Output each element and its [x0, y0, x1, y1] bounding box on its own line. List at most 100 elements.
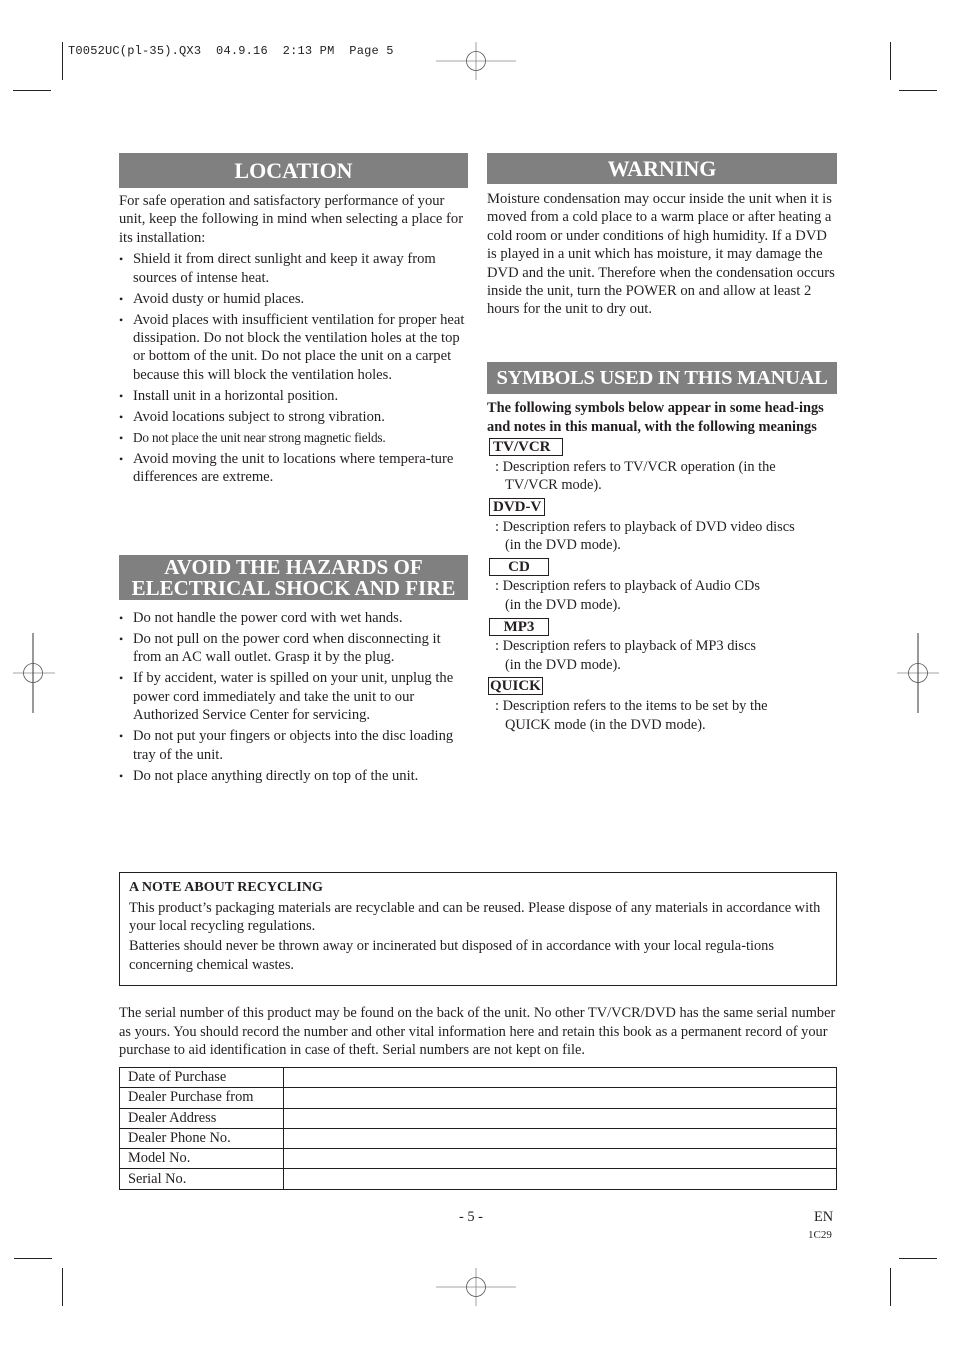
- symbols-intro: The following symbols below appear in so…: [487, 400, 824, 435]
- location-heading: LOCATION: [119, 153, 468, 188]
- symbol-description: : Description refers to playback of DVD …: [495, 518, 837, 555]
- symbol-description-line: (in the DVD mode).: [505, 596, 621, 613]
- list-item: Do not put your fingers or objects into …: [119, 727, 471, 764]
- symbol-label: QUICK: [488, 677, 543, 696]
- record-label: Serial No.: [119, 1168, 284, 1190]
- list-item: Avoid dusty or humid places.: [119, 290, 471, 309]
- list-item: Avoid places with insufficient ventilati…: [119, 311, 471, 385]
- symbols-heading: SYMBOLS USED IN THIS MANUAL: [487, 362, 837, 394]
- symbol-label: CD: [489, 557, 549, 576]
- symbol-description-line: : Description refers to playback of DVD …: [495, 518, 795, 535]
- symbols-section: The following symbols below appear in so…: [487, 399, 837, 737]
- crop-mark-bottom-left-horizontal: [14, 1258, 52, 1259]
- location-heading-text: LOCATION: [234, 158, 353, 183]
- registration-mark-right-icon: [897, 633, 939, 713]
- symbol-description-line: QUICK mode (in the DVD mode).: [505, 716, 706, 733]
- symbol-description: : Description refers to TV/VCR operation…: [495, 458, 837, 495]
- list-item: Do not handle the power cord with wet ha…: [119, 609, 471, 628]
- recycling-paragraph: This product’s packaging materials are r…: [129, 899, 821, 935]
- crop-mark-bottom-right-horizontal: [899, 1258, 937, 1259]
- language-code: EN: [814, 1209, 834, 1225]
- table-row: Model No.: [119, 1148, 837, 1170]
- list-item: Do not pull on the power cord when disco…: [119, 630, 471, 667]
- symbol-entry-dvdv: DVD-V : Description refers to playback o…: [487, 497, 837, 555]
- symbol-description: : Description refers to the items to be …: [495, 697, 837, 734]
- page-number: - 5 -: [459, 1209, 483, 1225]
- warning-section: Moisture condensation may occur inside t…: [487, 190, 839, 319]
- symbol-description-line: TV/VCR mode).: [505, 477, 602, 494]
- location-section: For safe operation and satisfactory perf…: [119, 192, 471, 489]
- location-list: Shield it from direct sunlight and keep …: [119, 250, 471, 486]
- slug-page: Page 5: [349, 44, 394, 58]
- symbol-description-line: : Description refers to the items to be …: [495, 697, 768, 714]
- symbol-label: TV/VCR: [489, 438, 563, 457]
- serial-note: The serial number of this product may be…: [119, 1004, 839, 1060]
- recycling-title: A NOTE ABOUT RECYCLING: [129, 880, 323, 895]
- record-value-field[interactable]: [283, 1148, 837, 1170]
- table-row: Date of Purchase: [119, 1066, 837, 1089]
- list-item: Do not place anything directly on top of…: [119, 767, 471, 786]
- printer-slug: T0052UC(pl-35).QX3 04.9.16 2:13 PM Page …: [68, 44, 394, 58]
- symbol-entry-cd: CD : Description refers to playback of A…: [487, 557, 837, 615]
- crop-mark-top-left-vertical: [62, 42, 63, 80]
- purchase-record-table: Date of Purchase Dealer Purchase from De…: [119, 1066, 837, 1190]
- hazards-heading: AVOID THE HAZARDS OF ELECTRICAL SHOCK AN…: [119, 555, 468, 600]
- symbol-description-line: : Description refers to TV/VCR operation…: [495, 458, 776, 475]
- symbol-description-line: : Description refers to playback of MP3 …: [495, 638, 756, 655]
- record-value-field[interactable]: [283, 1168, 837, 1190]
- record-label: Dealer Purchase from: [119, 1087, 284, 1109]
- hazards-section: Do not handle the power cord with wet ha…: [119, 609, 471, 788]
- record-value-field[interactable]: [283, 1087, 837, 1109]
- record-value-field[interactable]: [283, 1066, 837, 1089]
- symbol-description-line: : Description refers to playback of Audi…: [495, 578, 760, 595]
- record-label: Dealer Address: [119, 1107, 284, 1129]
- list-item: Do not place the unit near strong magnet…: [119, 429, 471, 448]
- record-label: Date of Purchase: [119, 1066, 284, 1089]
- record-label: Model No.: [119, 1148, 284, 1170]
- table-row: Dealer Address: [119, 1107, 837, 1129]
- symbol-entry-quick: QUICK : Description refers to the items …: [487, 677, 837, 734]
- recycling-note-box: A NOTE ABOUT RECYCLING This product’s pa…: [119, 872, 837, 986]
- registration-mark-top-icon: [436, 42, 516, 80]
- list-item: If by accident, water is spilled on your…: [119, 669, 471, 724]
- symbol-description: : Description refers to playback of MP3 …: [495, 637, 837, 674]
- slug-date: 04.9.16: [216, 44, 268, 58]
- symbol-label: MP3: [489, 617, 549, 636]
- list-item: Shield it from direct sunlight and keep …: [119, 250, 471, 287]
- table-row: Dealer Purchase from: [119, 1087, 837, 1109]
- registration-mark-bottom-icon: [436, 1268, 516, 1306]
- record-value-field[interactable]: [283, 1107, 837, 1129]
- crop-mark-bottom-right-vertical: [890, 1268, 891, 1306]
- serial-note-text: The serial number of this product may be…: [119, 1005, 836, 1059]
- recycling-paragraph: Batteries should never be thrown away or…: [129, 938, 774, 973]
- symbol-entry-tvvcr: TV/VCR : Description refers to TV/VCR op…: [487, 438, 837, 495]
- document-code: 1C29: [808, 1229, 832, 1241]
- registration-mark-left-icon: [13, 633, 55, 713]
- crop-mark-top-left-horizontal: [13, 90, 51, 91]
- warning-body: Moisture condensation may occur inside t…: [487, 191, 835, 318]
- record-label: Dealer Phone No.: [119, 1127, 284, 1150]
- table-row: Serial No.: [119, 1168, 837, 1190]
- table-row: Dealer Phone No.: [119, 1127, 837, 1150]
- symbol-label: DVD-V: [489, 497, 546, 516]
- symbol-entry-mp3: MP3 : Description refers to playback of …: [487, 617, 837, 675]
- warning-heading: WARNING: [487, 153, 837, 184]
- list-item: Avoid moving the unit to locations where…: [119, 450, 471, 487]
- record-value-field[interactable]: [283, 1127, 837, 1150]
- hazards-heading-line2: ELECTRICAL SHOCK AND FIRE: [131, 576, 456, 600]
- symbol-description-line: (in the DVD mode).: [505, 537, 621, 554]
- slug-time: 2:13 PM: [282, 44, 335, 58]
- symbol-description-line: (in the DVD mode).: [505, 656, 621, 673]
- warning-heading-text: WARNING: [607, 156, 717, 181]
- location-intro: For safe operation and satisfactory perf…: [119, 193, 464, 246]
- slug-filename: T0052UC(pl-35).QX3: [68, 44, 202, 58]
- hazards-list: Do not handle the power cord with wet ha…: [119, 609, 471, 785]
- crop-mark-bottom-left-vertical: [62, 1268, 63, 1306]
- list-item: Avoid locations subject to strong vibrat…: [119, 408, 471, 427]
- crop-mark-top-right-horizontal: [899, 90, 937, 91]
- symbols-heading-text: SYMBOLS USED IN THIS MANUAL: [496, 367, 828, 389]
- crop-mark-top-right-vertical: [890, 42, 891, 80]
- list-item: Install unit in a horizontal position.: [119, 387, 471, 406]
- symbol-description: : Description refers to playback of Audi…: [495, 577, 837, 614]
- hazards-heading-line1: AVOID THE HAZARDS OF: [164, 555, 423, 579]
